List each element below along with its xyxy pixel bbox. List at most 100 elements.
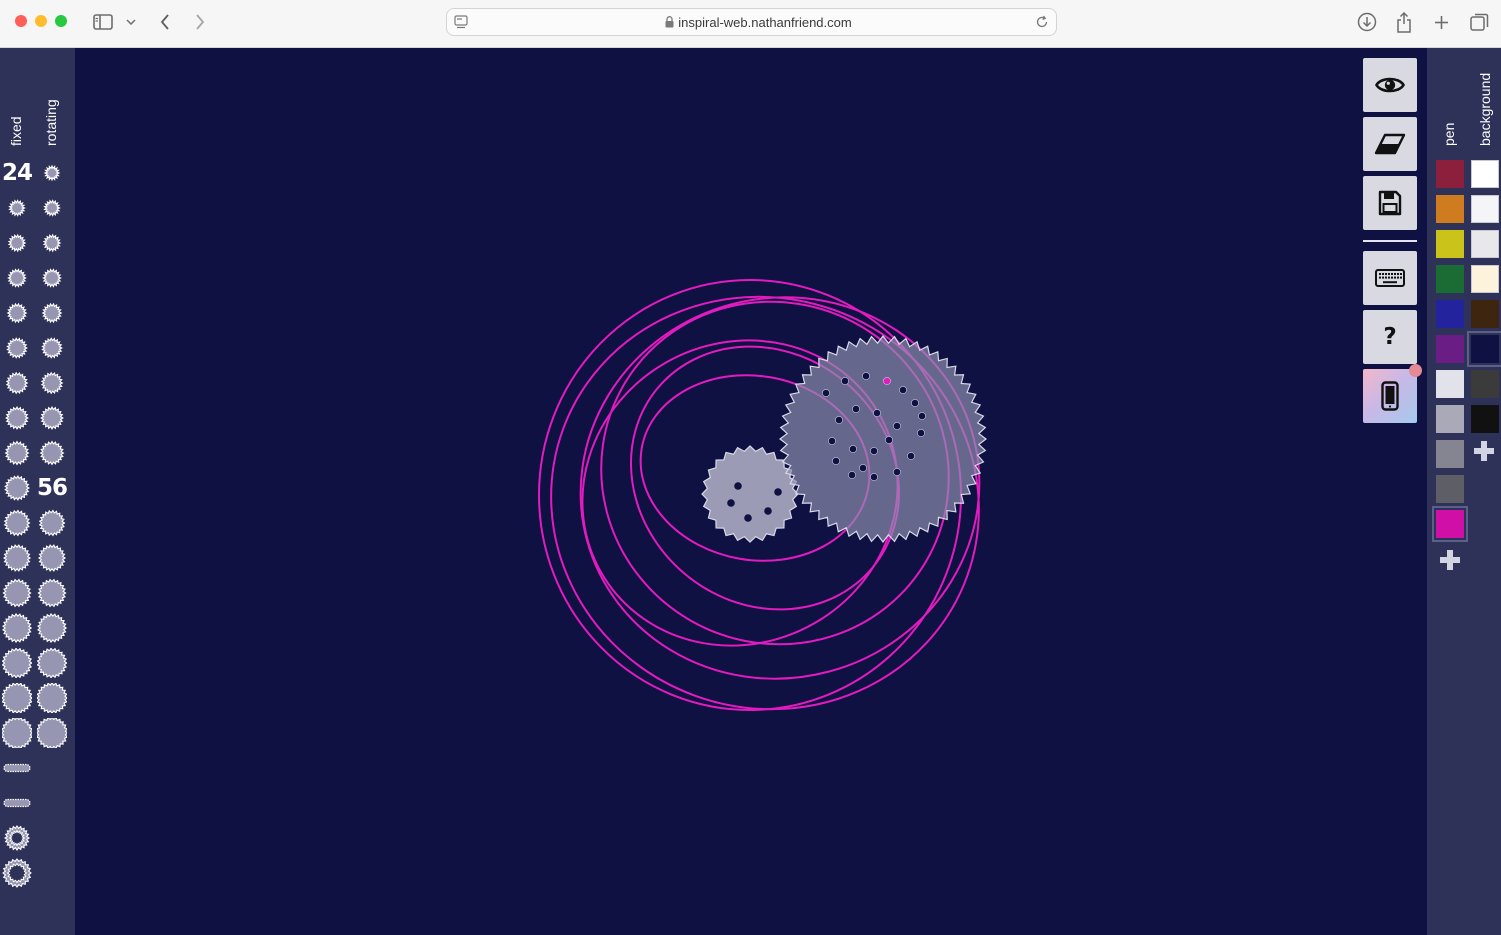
rotating-gear-option[interactable] bbox=[37, 718, 67, 748]
forward-button[interactable] bbox=[191, 10, 209, 34]
tab-overview-button[interactable] bbox=[1468, 10, 1490, 34]
rotating-gear-option[interactable] bbox=[37, 403, 67, 433]
tab-group-dropdown[interactable] bbox=[125, 10, 137, 34]
save-image-button[interactable] bbox=[1363, 176, 1417, 230]
gear-hole[interactable] bbox=[870, 447, 878, 455]
rotating-gear-option[interactable] bbox=[37, 263, 67, 293]
fixed-gear-option[interactable] bbox=[2, 508, 32, 538]
fixed-special-gear-option[interactable] bbox=[2, 753, 32, 783]
fixed-gear-option[interactable] bbox=[2, 263, 32, 293]
gear-hole[interactable] bbox=[832, 457, 840, 465]
minimize-window-button[interactable] bbox=[35, 15, 47, 27]
sidebar-toggle-button[interactable] bbox=[92, 10, 114, 34]
gear-hole[interactable] bbox=[917, 429, 925, 437]
close-window-button[interactable] bbox=[15, 15, 27, 27]
gear-hole[interactable] bbox=[852, 405, 860, 413]
rotating-gear-option[interactable] bbox=[37, 648, 67, 678]
rotating-gear-option[interactable] bbox=[37, 508, 67, 538]
fixed-gear-option[interactable] bbox=[2, 228, 32, 258]
background-color-swatch[interactable] bbox=[1471, 370, 1499, 398]
rotating-gear-option[interactable]: 56 bbox=[37, 473, 68, 503]
fixed-gear-option[interactable] bbox=[2, 543, 32, 573]
rotating-gear-option[interactable] bbox=[37, 298, 67, 328]
reload-icon[interactable] bbox=[1035, 15, 1049, 29]
fixed-gear-option[interactable] bbox=[2, 368, 32, 398]
fixed-gear-option[interactable] bbox=[2, 298, 32, 328]
background-color-swatch[interactable] bbox=[1471, 160, 1499, 188]
keyboard-shortcuts-button[interactable] bbox=[1363, 251, 1417, 305]
fixed-gear-option[interactable] bbox=[2, 578, 32, 608]
drawing-canvas[interactable] bbox=[75, 48, 1427, 935]
pen-color-swatch[interactable] bbox=[1436, 195, 1464, 223]
pen-color-swatch[interactable] bbox=[1436, 475, 1464, 503]
fixed-special-gear-option[interactable] bbox=[2, 788, 32, 818]
rotating-gear-option[interactable] bbox=[37, 193, 67, 223]
rotating-gear-option[interactable] bbox=[37, 333, 67, 363]
background-color-swatch[interactable] bbox=[1471, 230, 1499, 258]
rotating-gear[interactable] bbox=[779, 335, 987, 543]
zoom-window-button[interactable] bbox=[55, 15, 67, 27]
pen-color-swatch[interactable] bbox=[1436, 405, 1464, 433]
gear-hole[interactable] bbox=[859, 464, 867, 472]
pen-color-swatch[interactable] bbox=[1436, 335, 1464, 363]
gear-hole[interactable] bbox=[899, 386, 907, 394]
fixed-gear-option[interactable] bbox=[2, 403, 32, 433]
clear-canvas-button[interactable] bbox=[1363, 117, 1417, 171]
rotating-gear-option[interactable] bbox=[37, 578, 67, 608]
back-button[interactable] bbox=[156, 10, 174, 34]
gear-hole[interactable] bbox=[911, 399, 919, 407]
gear-hole[interactable] bbox=[841, 377, 849, 385]
pen-color-swatch[interactable] bbox=[1432, 506, 1468, 542]
mobile-app-button[interactable] bbox=[1363, 369, 1417, 423]
fixed-gear-option[interactable] bbox=[2, 333, 32, 363]
rotating-gear-option[interactable] bbox=[37, 228, 67, 258]
pen-color-swatch[interactable] bbox=[1436, 370, 1464, 398]
new-tab-button[interactable] bbox=[1431, 10, 1451, 34]
pen-color-swatch[interactable] bbox=[1436, 160, 1464, 188]
add-background-color-button[interactable] bbox=[1472, 439, 1496, 463]
background-color-swatch[interactable] bbox=[1471, 405, 1499, 433]
gear-hole[interactable] bbox=[873, 409, 881, 417]
fixed-gear-option[interactable] bbox=[2, 648, 32, 678]
pen-color-swatch[interactable] bbox=[1436, 440, 1464, 468]
gear-hole[interactable] bbox=[893, 468, 901, 476]
toggle-gears-button[interactable] bbox=[1363, 58, 1417, 112]
gear-hole[interactable] bbox=[870, 473, 878, 481]
rotating-gear-option[interactable] bbox=[37, 613, 67, 643]
gear-hole[interactable] bbox=[893, 422, 901, 430]
gear-hole[interactable] bbox=[848, 471, 856, 479]
fixed-special-gear-option[interactable] bbox=[2, 858, 32, 888]
background-color-swatch[interactable] bbox=[1467, 331, 1501, 367]
add-pen-color-button[interactable] bbox=[1438, 548, 1462, 572]
background-color-swatch[interactable] bbox=[1471, 265, 1499, 293]
fixed-gear-option[interactable]: 24 bbox=[2, 158, 33, 188]
fixed-gear-option[interactable] bbox=[2, 683, 32, 713]
gear-hole[interactable] bbox=[849, 445, 857, 453]
pen-color-swatch[interactable] bbox=[1436, 230, 1464, 258]
rotating-gear-option[interactable] bbox=[37, 368, 67, 398]
address-bar[interactable]: inspiral-web.nathanfriend.com bbox=[446, 8, 1057, 36]
gear-hole[interactable] bbox=[885, 436, 893, 444]
rotating-gear-option[interactable] bbox=[37, 683, 67, 713]
rotating-gear-option[interactable] bbox=[37, 438, 67, 468]
gear-hole[interactable] bbox=[907, 452, 915, 460]
fixed-gear-option[interactable] bbox=[2, 438, 32, 468]
background-color-swatch[interactable] bbox=[1471, 195, 1499, 223]
rotating-gear-option[interactable] bbox=[37, 158, 67, 188]
fixed-special-gear-option[interactable] bbox=[2, 823, 32, 853]
help-button[interactable]: ? bbox=[1363, 310, 1417, 364]
fixed-gear-option[interactable] bbox=[2, 613, 32, 643]
gear-hole[interactable] bbox=[862, 372, 870, 380]
pen-hole[interactable] bbox=[883, 377, 891, 385]
gear-hole[interactable] bbox=[822, 389, 830, 397]
share-button[interactable] bbox=[1394, 10, 1414, 34]
pen-color-swatch[interactable] bbox=[1436, 300, 1464, 328]
fixed-gear-option[interactable] bbox=[2, 193, 32, 223]
rotating-gear-option[interactable] bbox=[37, 543, 67, 573]
gear-hole[interactable] bbox=[828, 437, 836, 445]
pen-color-swatch[interactable] bbox=[1436, 265, 1464, 293]
fixed-gear-option[interactable] bbox=[2, 473, 32, 503]
background-color-swatch[interactable] bbox=[1471, 300, 1499, 328]
fixed-gear-option[interactable] bbox=[2, 718, 32, 748]
gear-hole[interactable] bbox=[835, 416, 843, 424]
